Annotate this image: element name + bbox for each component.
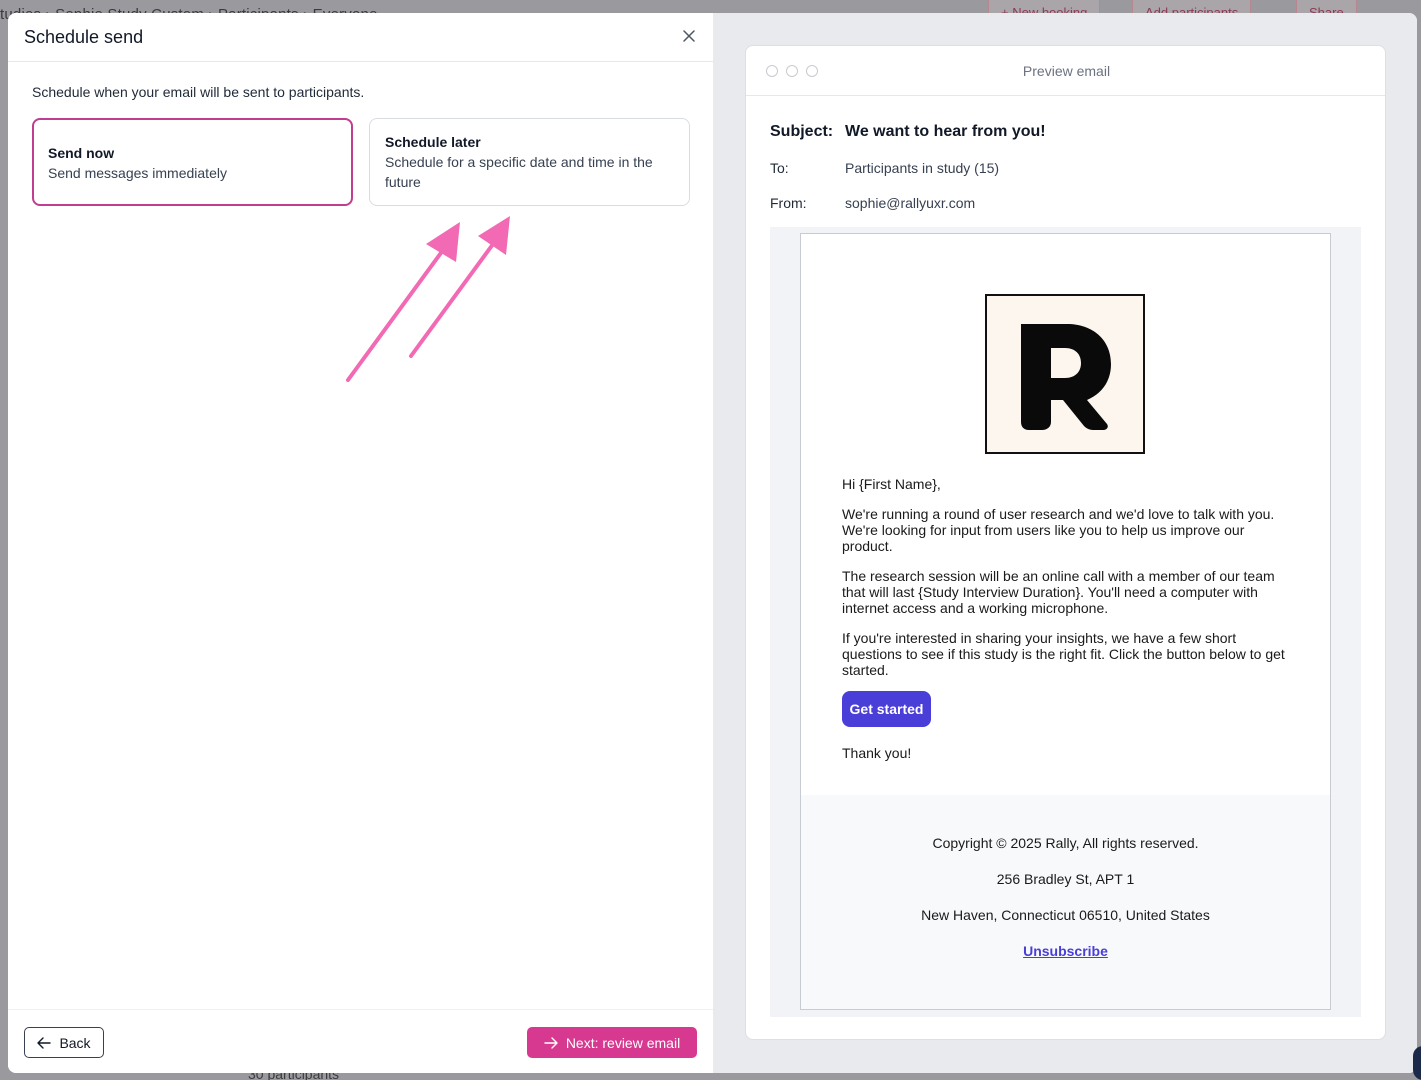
rally-logo-icon: [985, 294, 1145, 454]
schedule-pane: Schedule send Schedule when your email w…: [8, 13, 713, 1073]
email-signoff: Thank you!: [842, 745, 912, 761]
next-button-label: Next: review email: [565, 1034, 681, 1051]
preview-title: Preview email: [1022, 63, 1111, 79]
send-now-description: Send messages immediately: [48, 165, 227, 181]
chat-widget-icon[interactable]: [1413, 1046, 1421, 1080]
schedule-intro: Schedule when your email will be sent to…: [32, 84, 365, 100]
to-value: Participants in study (15): [845, 160, 1000, 176]
modal-header: Schedule send: [8, 13, 713, 62]
email-copyright: Copyright © 2025 Rally, All rights reser…: [932, 835, 1199, 851]
email-paragraph: The research session will be an online c…: [842, 568, 1275, 616]
unsubscribe-link[interactable]: Unsubscribe: [1023, 943, 1108, 959]
modal-title: Schedule send: [24, 27, 144, 47]
preview-pane: Preview email Subject: We want to hear f…: [713, 13, 1417, 1073]
close-icon[interactable]: [681, 28, 697, 44]
preview-titlebar: Preview email: [746, 46, 1385, 96]
modal-footer: Back Next: review email: [8, 1009, 713, 1073]
unsubscribe-link-wrap: Unsubscribe: [801, 943, 1330, 959]
subject-value: We want to hear from you!: [845, 123, 1046, 140]
annotation-arrows-icon: [346, 216, 510, 382]
get-started-button[interactable]: Get started: [842, 691, 931, 727]
subject-label: Subject:: [770, 123, 834, 140]
preview-window: Preview email Subject: We want to hear f…: [745, 45, 1386, 1040]
email-address-line2: New Haven, Connecticut 06510, United Sta…: [921, 907, 1210, 923]
email-body: Hi {First Name}, We're running a round o…: [800, 233, 1331, 1010]
email-address-line1: 256 Bradley St, APT 1: [996, 871, 1135, 887]
back-button-label: Back: [59, 1034, 91, 1051]
schedule-send-modal: Schedule send Schedule when your email w…: [8, 13, 1417, 1073]
email-paragraph: If you're interested in sharing your ins…: [842, 630, 1285, 678]
arrow-right-icon: [544, 1036, 558, 1049]
back-button[interactable]: Back: [24, 1027, 104, 1058]
send-now-option[interactable]: Send now Send messages immediately: [32, 118, 353, 206]
schedule-later-title: Schedule later: [385, 134, 481, 150]
email-greeting: Hi {First Name},: [842, 476, 941, 492]
to-label: To:: [770, 160, 789, 176]
schedule-later-option[interactable]: Schedule later Schedule for a specific d…: [369, 118, 690, 206]
email-paragraph: We're running a round of user research a…: [842, 506, 1275, 554]
next-review-email-button[interactable]: Next: review email: [527, 1027, 697, 1058]
from-value: sophie@rallyuxr.com: [845, 195, 976, 211]
email-canvas: Hi {First Name}, We're running a round o…: [770, 227, 1361, 1017]
from-label: From:: [770, 195, 807, 211]
schedule-later-description: Schedule for a specific date and time in…: [385, 154, 653, 190]
arrow-left-icon: [37, 1036, 52, 1049]
send-now-title: Send now: [48, 145, 115, 161]
email-footer: Copyright © 2025 Rally, All rights reser…: [801, 795, 1330, 1009]
